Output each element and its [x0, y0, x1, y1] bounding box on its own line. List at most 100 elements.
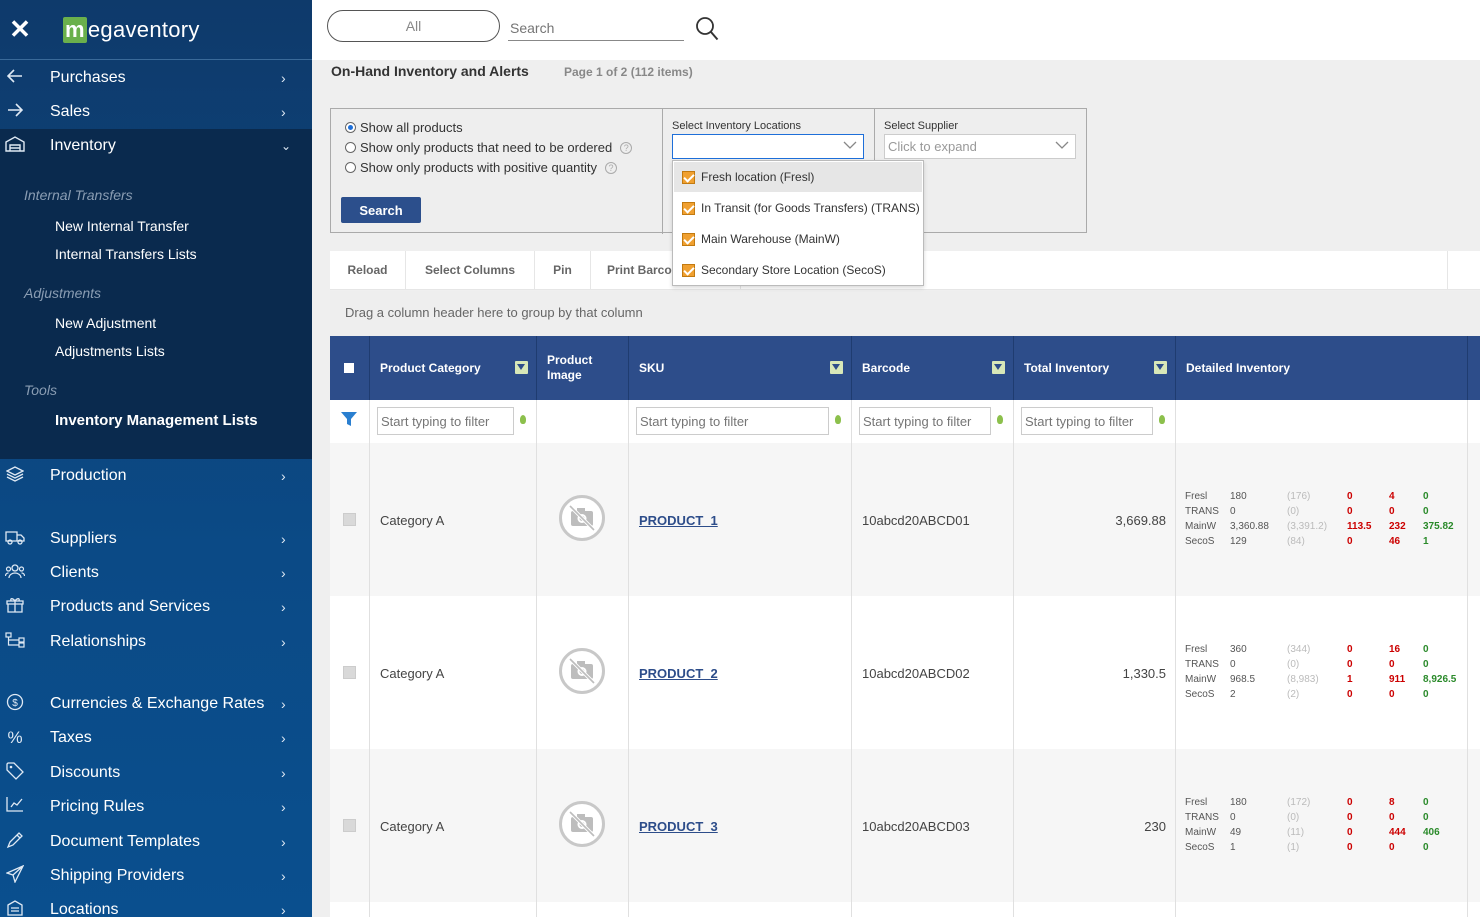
column-menu-icon[interactable] [515, 361, 528, 374]
sidebar-item-sales[interactable]: Sales › [0, 95, 312, 129]
total-inventory-value: 1,330.5 [1122, 666, 1166, 681]
sidebar-item-discounts[interactable]: Discounts › [0, 756, 312, 790]
vertical-scrollbar[interactable] [1462, 0, 1480, 917]
column-header-image[interactable]: Product Image [537, 336, 629, 400]
close-icon[interactable]: ✕ [2, 14, 38, 45]
chevron-right-icon: › [281, 565, 286, 581]
help-icon[interactable]: ? [620, 141, 633, 154]
filter-bulb-icon[interactable] [520, 415, 526, 424]
search-input[interactable] [508, 16, 684, 41]
detail-paren-value: (176) [1287, 491, 1311, 502]
submenu-item-new-internal-transfer[interactable]: New Internal Transfer [55, 218, 189, 234]
supplier-select[interactable]: Click to expand [884, 134, 1076, 159]
column-header-barcode[interactable]: Barcode [852, 336, 1014, 400]
sidebar-item-document-templates[interactable]: Document Templates › [0, 825, 312, 859]
table-row[interactable]: Category A PRODUCT_1 10abcd20ABCD01 3,669.8… [330, 443, 1480, 596]
filter-bulb-icon[interactable] [997, 415, 1003, 424]
funnel-icon[interactable] [340, 410, 358, 428]
locations-option[interactable]: Fresh location (Fresl) [674, 162, 922, 192]
radio-button[interactable] [345, 142, 356, 153]
row-checkbox[interactable] [343, 666, 356, 679]
sku-link[interactable]: PRODUCT_2 [639, 666, 718, 681]
table-row[interactable]: Category A PRODUCT_3 10abcd20ABCD03 230 Fres… [330, 749, 1480, 902]
column-header-total-inventory[interactable]: Total Inventory [1014, 336, 1176, 400]
detail-c3-value: 0 [1423, 659, 1429, 670]
detail-qty-value: 180 [1230, 797, 1247, 808]
column-menu-icon[interactable] [992, 361, 1005, 374]
sidebar-item-purchases[interactable]: Purchases › [0, 61, 312, 95]
checkbox-checked-icon[interactable] [682, 201, 695, 215]
radio-show-positive[interactable]: Show only products with positive quantit… [345, 160, 618, 175]
search-scope-select[interactable]: All [327, 10, 500, 42]
truck-icon [5, 529, 25, 550]
detailed-inventory-cell: Fresl TRANS MainW SecoS 360 0 968.5 2 (344) (0) (8… [1176, 596, 1468, 749]
detail-c1-value: 0 [1347, 536, 1353, 547]
sku-filter-input[interactable] [636, 407, 829, 435]
sidebar-item-label: Clients [50, 564, 99, 581]
row-checkbox[interactable] [343, 513, 356, 526]
chevron-right-icon: › [281, 70, 286, 86]
filter-bulb-icon[interactable] [1159, 415, 1165, 424]
sidebar-item-currencies[interactable]: $ Currencies & Exchange Rates › [0, 687, 312, 721]
detail-locs-value: SecoS [1185, 689, 1215, 700]
row-checkbox[interactable] [343, 819, 356, 832]
detail-qty-value: 129 [1230, 536, 1247, 547]
submenu-item-inventory-management-lists[interactable]: Inventory Management Lists [55, 412, 258, 429]
total-filter-input[interactable] [1021, 407, 1153, 435]
pin-button[interactable]: Pin [535, 251, 591, 290]
locations-option[interactable]: Secondary Store Location (SecoS) [674, 255, 922, 285]
filter-cell-barcode [852, 400, 1014, 443]
sidebar-item-clients[interactable]: Clients › [0, 556, 312, 590]
checkbox-checked-icon[interactable] [682, 263, 695, 277]
sidebar-item-shipping-providers[interactable]: Shipping Providers › [0, 859, 312, 893]
checkbox-checked-icon[interactable] [682, 232, 695, 246]
submenu-item-internal-transfers-lists[interactable]: Internal Transfers Lists [55, 246, 197, 262]
locations-option[interactable]: In Transit (for Goods Transfers) (TRANS) [674, 193, 922, 223]
sidebar-item-production[interactable]: Production › [0, 459, 312, 493]
search-button[interactable]: Search [341, 197, 421, 223]
column-header-category[interactable]: Product Category [370, 336, 537, 400]
sidebar-item-suppliers[interactable]: Suppliers › [0, 522, 312, 556]
radio-show-need-order[interactable]: Show only products that need to be order… [345, 140, 633, 155]
column-title: Total Inventory [1024, 361, 1110, 375]
select-all-checkbox[interactable] [344, 363, 354, 373]
column-header-detailed-inventory[interactable]: Detailed Inventory [1176, 336, 1468, 400]
group-by-bar[interactable]: Drag a column header here to group by th… [330, 291, 1480, 336]
radio-button[interactable] [345, 122, 356, 133]
detail-c3-value: 406 [1423, 827, 1440, 838]
select-all-header[interactable] [330, 336, 370, 400]
locations-option[interactable]: Main Warehouse (MainW) [674, 224, 922, 254]
locations-select[interactable] [672, 134, 864, 159]
sku-link[interactable]: PRODUCT_1 [639, 513, 718, 528]
reload-button[interactable]: Reload [330, 251, 406, 290]
column-menu-icon[interactable] [1154, 361, 1167, 374]
detail-c2-value: 16 [1389, 644, 1401, 655]
sidebar-item-relationships[interactable]: Relationships › [0, 625, 312, 659]
column-header-sku[interactable]: SKU [629, 336, 852, 400]
select-columns-button[interactable]: Select Columns [406, 251, 535, 290]
locations-option-label: Main Warehouse (MainW) [701, 232, 840, 246]
category-filter-input[interactable] [377, 407, 514, 435]
sidebar-item-taxes[interactable]: % Taxes › [0, 721, 312, 755]
barcode-filter-input[interactable] [859, 407, 991, 435]
radio-button[interactable] [345, 162, 356, 173]
sidebar-item-pricing-rules[interactable]: Pricing Rules › [0, 790, 312, 824]
sidebar-item-inventory[interactable]: Inventory ⌄ [0, 129, 312, 163]
table-row[interactable]: Category A PRODUCT_2 10abcd20ABCD02 1,330.5… [330, 596, 1480, 749]
category-value: Category A [380, 513, 445, 528]
sidebar-item-products-and-services[interactable]: Products and Services › [0, 590, 312, 624]
column-menu-icon[interactable] [830, 361, 843, 374]
logo[interactable]: m egaventory [63, 16, 200, 43]
sku-link[interactable]: PRODUCT_3 [639, 819, 718, 834]
submenu-item-adjustments-lists[interactable]: Adjustments Lists [55, 343, 165, 359]
filter-bulb-icon[interactable] [835, 415, 841, 424]
submenu-item-new-adjustment[interactable]: New Adjustment [55, 315, 156, 331]
checkbox-checked-icon[interactable] [682, 170, 695, 184]
radio-show-all[interactable]: Show all products [345, 120, 463, 135]
detail-paren-value: (84) [1287, 536, 1305, 547]
sidebar-item-locations[interactable]: Locations › [0, 893, 312, 917]
category-cell: Category A [370, 443, 537, 596]
help-icon[interactable]: ? [605, 161, 618, 174]
search-icon[interactable] [695, 16, 719, 42]
sku-cell: PRODUCT_3 [629, 749, 852, 902]
